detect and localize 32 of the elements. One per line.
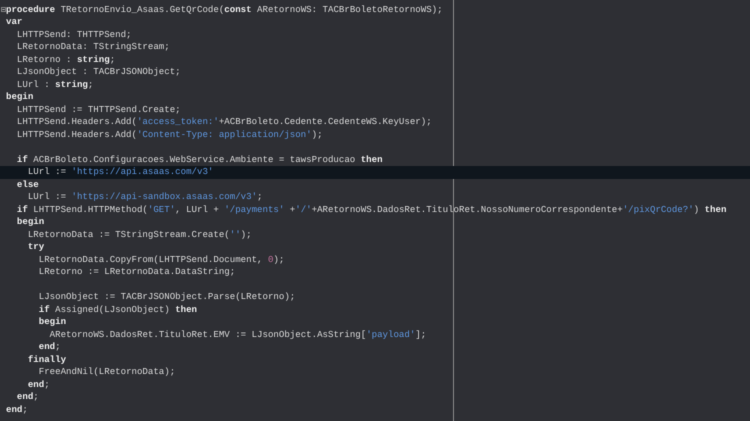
code-line: if ACBrBoleto.Configuracoes.WebService.Ambiente = tawsProducao then bbox=[16, 154, 383, 166]
code-line: begin bbox=[38, 316, 66, 328]
code-line: LRetornoData: TStringStream; bbox=[16, 41, 170, 54]
code-line: LUrl := 'https://api.asaas.com/v3' bbox=[26, 166, 214, 178]
code-line: ARetornoWS.DadosRet.TituloRet.EMV := LJsonObject.AsString['payload']; bbox=[48, 328, 426, 341]
code-line: FreeAndNil(LRetornoData); bbox=[38, 366, 176, 378]
code-line: if Assigned(LJsonObject) then bbox=[38, 304, 198, 316]
fold-collapse-icon[interactable] bbox=[0, 7, 6, 12]
code-line: begin bbox=[6, 91, 34, 104]
code-line: LUrl : string; bbox=[16, 78, 94, 91]
code-line: end; bbox=[26, 378, 50, 391]
code-line: LRetorno := LRetornoData.DataString; bbox=[38, 266, 236, 278]
code-line: end; bbox=[16, 391, 39, 404]
code-line: LRetornoData := TStringStream.Create(''); bbox=[26, 228, 252, 241]
code-line: end; bbox=[6, 404, 28, 416]
code-line: LRetornoData.CopyFrom(LHTTPSend.Document, 0); bbox=[38, 254, 284, 266]
code-line: LHTTPSend.Headers.Add('access_token:'+ACBrBoleto.Cedente.CedenteWS.KeyUser); bbox=[16, 116, 432, 128]
code-line: LHTTPSend := THTTPSend.Create; bbox=[16, 104, 181, 116]
code-line: LUrl := 'https://api-sandbox.asaas.com/v3'; bbox=[26, 191, 263, 204]
code-line: procedure TRetornoEnvio_Asaas.GetQrCode(const ARetornoWS: TACBrBoletoRetornoWS); bbox=[6, 4, 443, 16]
code-line: var bbox=[6, 16, 22, 28]
code-line: LRetorno : string; bbox=[16, 54, 116, 66]
code-line: LHTTPSend: THTTPSend; bbox=[16, 28, 132, 41]
code-line: LHTTPSend.Headers.Add('Content-Type: application/json'); bbox=[16, 128, 323, 141]
code-line: else bbox=[16, 178, 39, 191]
code-line: if LHTTPSend.HTTPMethod('GET', LUrl + '/payments' +'/'+ARetornoWS.DadosRet.TituloRet.NossoNumeroCorrespondente+'/pixQrCode?') then bbox=[16, 204, 726, 216]
code-line: try bbox=[26, 241, 44, 254]
code-line: LJsonObject : TACBrJSONObject; bbox=[16, 66, 181, 78]
code-line: end; bbox=[38, 341, 61, 354]
code-line: begin bbox=[16, 216, 44, 228]
code-line: finally bbox=[26, 354, 66, 366]
code-line: LJsonObject := TACBrJSONObject.Parse(LRetorno); bbox=[38, 291, 296, 304]
